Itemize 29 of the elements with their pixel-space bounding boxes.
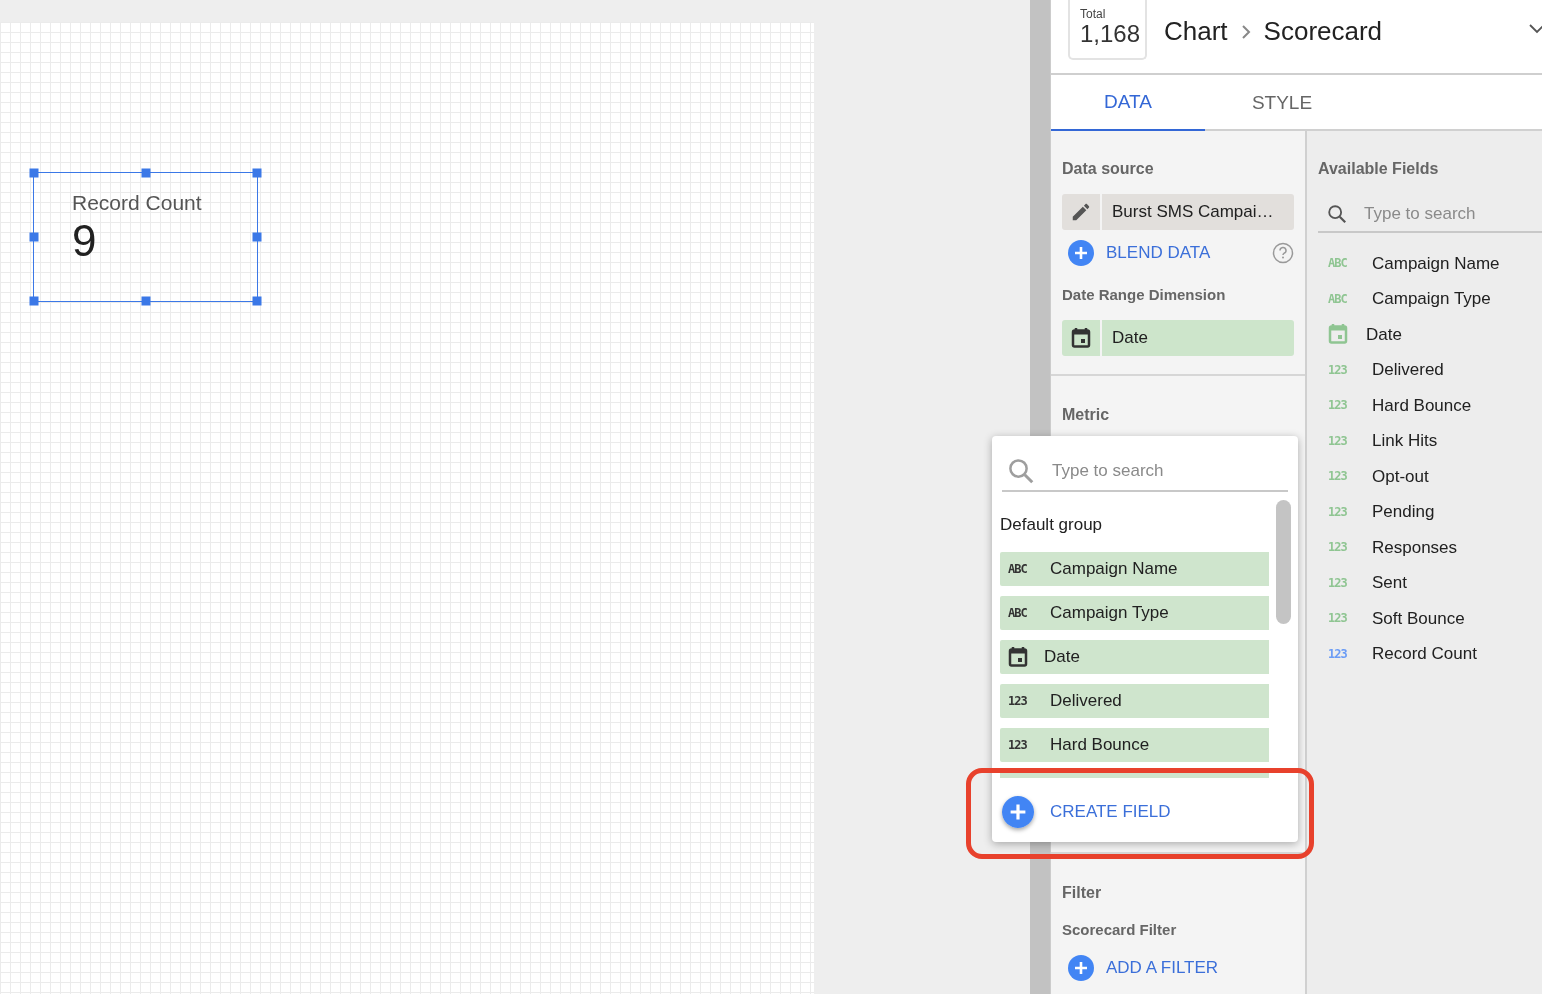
data-source-name: Burst SMS Campai… bbox=[1111, 201, 1274, 224]
section-subheading: Date Range Dimension bbox=[1062, 285, 1227, 305]
text-type-icon: ABC bbox=[1328, 254, 1354, 273]
number-type-icon: 123 bbox=[1008, 691, 1034, 710]
number-type-icon: 123 bbox=[1328, 538, 1354, 557]
section-heading: Filter bbox=[1062, 882, 1103, 903]
number-type-icon: 123 bbox=[1008, 735, 1034, 754]
number-type-icon: 123 bbox=[1328, 467, 1354, 486]
section-heading: Metric bbox=[1062, 405, 1110, 423]
number-type-icon: 123 bbox=[1328, 360, 1354, 379]
breadcrumb-item: Chart bbox=[1164, 15, 1228, 48]
total-label: Total bbox=[1080, 8, 1107, 20]
group-heading: Default group bbox=[1000, 514, 1104, 536]
metric-label: Record Count bbox=[72, 190, 203, 216]
breadcrumb-item: Scorecard bbox=[1263, 15, 1383, 48]
dimension-name: Date bbox=[1111, 326, 1148, 349]
text-type-icon: ABC bbox=[1008, 603, 1034, 622]
number-type-icon: 123 bbox=[1328, 502, 1354, 521]
number-type-icon: 123 bbox=[1328, 609, 1354, 628]
section-subheading: Scorecard Filter bbox=[1062, 919, 1178, 940]
number-type-icon: 123 bbox=[1328, 644, 1354, 663]
text-type-icon: ABC bbox=[1328, 289, 1354, 308]
text-type-icon: ABC bbox=[1008, 559, 1034, 578]
number-type-icon: 123 bbox=[1328, 396, 1354, 415]
number-type-icon: 123 bbox=[1328, 573, 1354, 592]
section-heading: Data source bbox=[1062, 159, 1155, 179]
section-heading: Available Fields bbox=[1318, 159, 1440, 179]
number-type-icon: 123 bbox=[1328, 431, 1354, 450]
metric-value: 9 bbox=[72, 218, 98, 263]
